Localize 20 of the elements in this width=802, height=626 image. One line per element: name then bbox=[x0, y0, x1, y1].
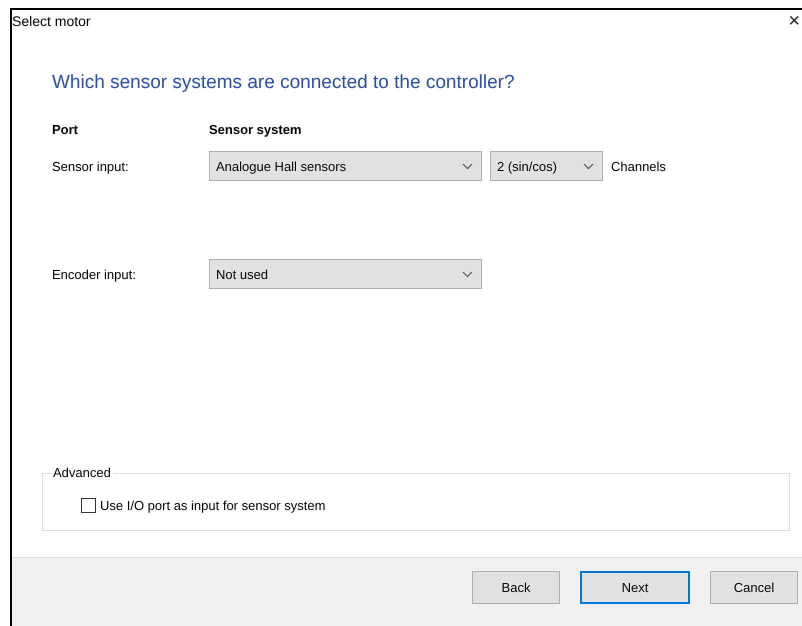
dialog-button[interactable]: Cancel bbox=[710, 570, 798, 604]
dropdown[interactable]: Not used bbox=[209, 259, 482, 289]
dropdown[interactable]: 2 (sin/cos) bbox=[490, 151, 603, 181]
port-label: Encoder input: bbox=[52, 266, 137, 282]
checkbox[interactable] bbox=[81, 498, 96, 513]
column-header: Sensor system bbox=[209, 122, 302, 137]
port-label: Sensor input: bbox=[52, 158, 130, 174]
heading: Which sensor systems are connected to the controller? bbox=[52, 72, 516, 94]
chevron-down-icon bbox=[583, 162, 594, 170]
dialog-button[interactable]: Back bbox=[472, 570, 560, 604]
chevron-down-icon bbox=[462, 162, 473, 170]
channels-label: Channels bbox=[611, 158, 666, 174]
checkbox-label: Use I/O port as input for sensor system bbox=[100, 498, 326, 513]
chevron-down-icon bbox=[462, 270, 473, 278]
group-title: Advanced bbox=[51, 465, 113, 480]
dialog-button[interactable]: Next bbox=[580, 570, 690, 604]
close-button[interactable]: × bbox=[788, 11, 800, 31]
dropdown[interactable]: Analogue Hall sensors bbox=[209, 151, 482, 181]
window-title: Select motor bbox=[12, 13, 91, 29]
column-header: Port bbox=[52, 122, 79, 137]
